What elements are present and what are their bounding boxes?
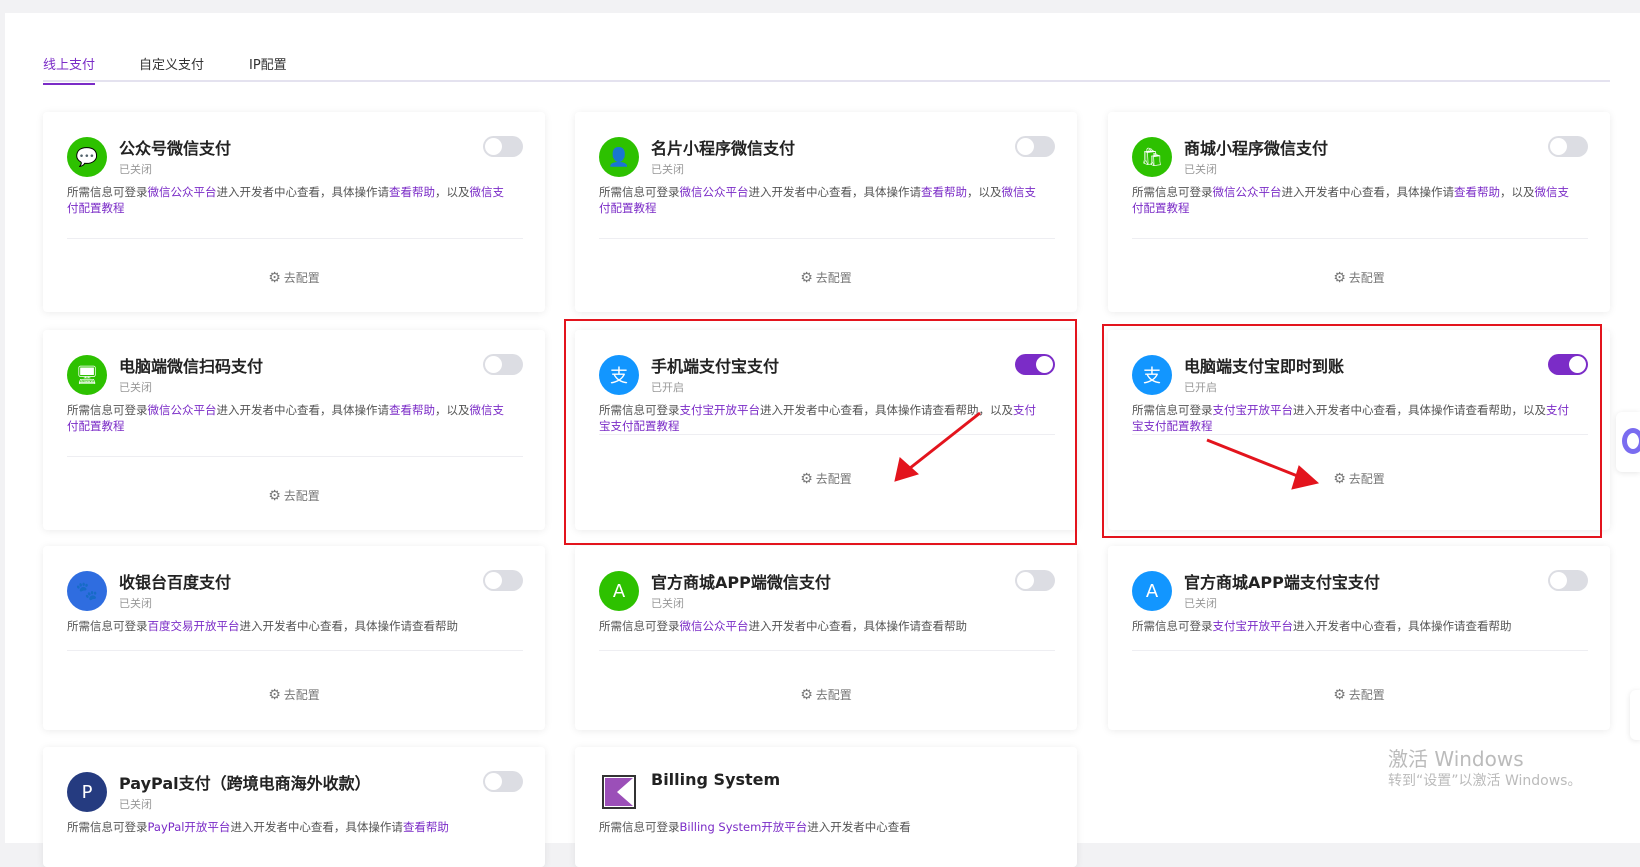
windows-watermark-title: 激活 Windows (1388, 747, 1524, 771)
annotation-arrows (894, 411, 1320, 490)
annotation-arrow (894, 411, 981, 482)
side-float-button[interactable] (1630, 690, 1640, 740)
customer-service-button[interactable] (1616, 412, 1640, 472)
annotation-arrow (1206, 438, 1320, 490)
windows-watermark-subtitle: 转到“设置”以激活 Windows。 (1388, 773, 1582, 789)
headset-icon (1622, 428, 1640, 454)
